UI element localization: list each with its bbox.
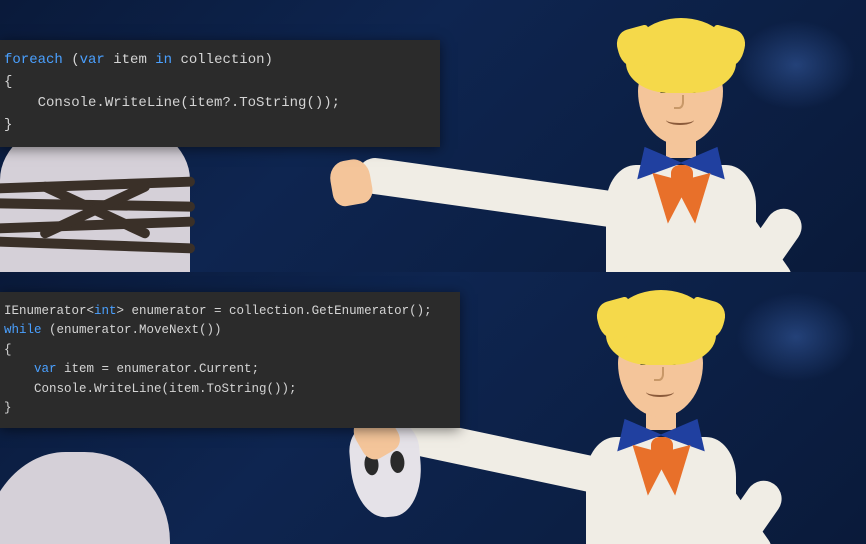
keyword-var: var <box>80 52 105 68</box>
unmasked-villain <box>0 452 200 544</box>
keyword-in: in <box>155 52 172 68</box>
keyword-int: int <box>94 304 117 318</box>
hair <box>606 290 716 365</box>
fred-character <box>536 10 836 272</box>
hair <box>626 18 736 93</box>
code-text: > enumerator = collection.GetEnumerator(… <box>117 304 432 318</box>
fred-character <box>516 282 816 544</box>
keyword-var: var <box>34 362 57 376</box>
brace-open: { <box>4 343 12 357</box>
code-indent <box>4 362 34 376</box>
code-text: (enumerator.MoveNext()) <box>42 323 222 337</box>
code-snippet-enumerator: IEnumerator<int> enumerator = collection… <box>0 292 460 428</box>
arm-reaching <box>355 156 637 231</box>
brace-close: } <box>4 401 12 415</box>
keyword-while: while <box>4 323 42 337</box>
code-text: IEnumerator< <box>4 304 94 318</box>
code-text: item = enumerator.Current; <box>57 362 260 376</box>
brace-open: { <box>4 74 12 90</box>
code-text: ( <box>63 52 80 68</box>
code-text: collection) <box>172 52 273 68</box>
code-text: item <box>105 52 155 68</box>
brace-close: } <box>4 117 12 133</box>
code-snippet-foreach: foreach (var item in collection) { Conso… <box>0 40 440 147</box>
code-line: Console.WriteLine(item.ToString()); <box>4 382 297 396</box>
code-line: Console.WriteLine(item?.ToString()); <box>4 95 340 111</box>
villain-body <box>0 452 170 544</box>
keyword-foreach: foreach <box>4 52 63 68</box>
